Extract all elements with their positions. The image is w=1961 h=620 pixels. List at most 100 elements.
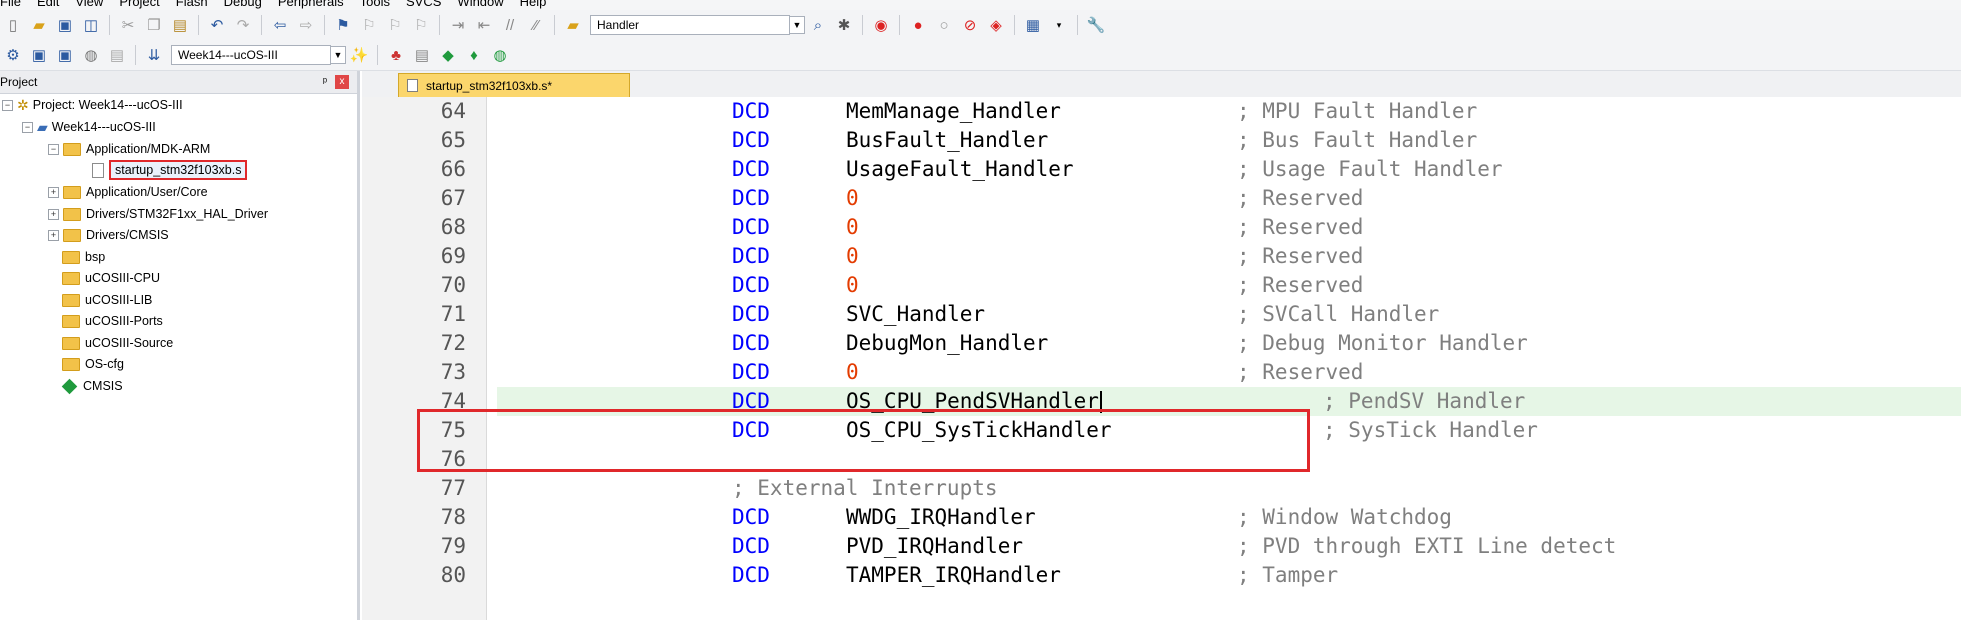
tree-group-ucosiii-lib[interactable]: uCOSIII-LIB (62, 289, 152, 311)
rebuild-icon[interactable]: ▣ (54, 44, 76, 66)
code-line[interactable]: 65 DCD BusFault_Handler ; Bus Fault Hand… (362, 126, 1961, 155)
nav-back-icon[interactable]: ⇦ (269, 14, 291, 36)
kill-breakpoints-icon[interactable]: ◈ (985, 14, 1007, 36)
tree-group-drivers-hal[interactable]: + Drivers/STM32F1xx_HAL_Driver (48, 203, 268, 225)
collapse-icon[interactable]: − (2, 99, 13, 111)
build-icon[interactable]: ▣ (28, 44, 50, 66)
tree-project-root[interactable]: − ✲ Project: Week14---ucOS-III (2, 94, 183, 116)
menu-file[interactable]: File (0, 0, 21, 8)
code-line[interactable]: 75 DCD OS_CPU_SysTickHandler ; SysTick H… (362, 416, 1961, 445)
nav-forward-icon[interactable]: ⇨ (295, 14, 317, 36)
tree-group-bsp[interactable]: bsp (62, 246, 105, 268)
redo-icon[interactable]: ↷ (232, 14, 254, 36)
menu-debug[interactable]: Debug (224, 0, 262, 8)
file-extensions-icon[interactable]: ▤ (411, 44, 433, 66)
code-line[interactable]: 68 DCD 0 ; Reserved (362, 213, 1961, 242)
translate-icon[interactable]: ⚙ (2, 44, 24, 66)
target-select[interactable]: Week14---ucOS-III (171, 45, 331, 65)
tree-group-ucosiii-ports[interactable]: uCOSIII-Ports (62, 310, 163, 332)
tree-group-application-user-core[interactable]: + Application/User/Core (48, 181, 208, 203)
undo-icon[interactable]: ↶ (206, 14, 228, 36)
comment-icon[interactable]: // (499, 14, 521, 36)
stop-build-icon[interactable]: ▤ (106, 44, 128, 66)
code-line[interactable]: 77 ; External Interrupts (362, 474, 1961, 503)
debug-session-icon[interactable]: ◉ (870, 14, 892, 36)
menu-project[interactable]: Project (119, 0, 159, 8)
uncomment-icon[interactable]: ⁄⁄ (525, 14, 547, 36)
menu-view[interactable]: View (75, 0, 103, 8)
menu-peripherals[interactable]: Peripherals (278, 0, 344, 8)
code-line[interactable]: 73 DCD 0 ; Reserved (362, 358, 1961, 387)
code-line[interactable]: 78 DCD WWDG_IRQHandler ; Window Watchdog (362, 503, 1961, 532)
indent-icon[interactable]: ⇥ (447, 14, 469, 36)
save-all-icon[interactable]: ◫ (80, 14, 102, 36)
chevron-down-icon[interactable]: ▼ (789, 16, 805, 34)
expand-icon[interactable]: + (48, 229, 59, 241)
window-layout-icon[interactable]: ▦ (1022, 14, 1044, 36)
new-file-icon[interactable]: ▯ (2, 14, 24, 36)
menu-edit[interactable]: Edit (37, 0, 59, 8)
code-line[interactable]: 80 DCD TAMPER_IRQHandler ; Tamper (362, 561, 1961, 590)
code-line[interactable]: 64 DCD MemManage_Handler ; MPU Fault Han… (362, 97, 1961, 126)
tree-file-startup[interactable]: startup_stm32f103xb.s (92, 159, 248, 181)
find-combo[interactable]: Handler (590, 15, 790, 35)
manage-project-items-icon[interactable]: ♣ (385, 44, 407, 66)
menu-flash[interactable]: Flash (176, 0, 208, 8)
menu-help[interactable]: Help (520, 0, 547, 8)
menu-svcs[interactable]: SVCS (406, 0, 441, 8)
breakpoint-icon[interactable]: ● (907, 14, 929, 36)
disable-all-breakpoints-icon[interactable]: ⊘ (959, 14, 981, 36)
code-editor[interactable]: 64 DCD MemManage_Handler ; MPU Fault Han… (362, 97, 1961, 620)
expand-icon[interactable]: + (48, 208, 59, 220)
code-line[interactable]: 66 DCD UsageFault_Handler ; Usage Fault … (362, 155, 1961, 184)
disable-breakpoint-icon[interactable]: ○ (933, 14, 955, 36)
unindent-icon[interactable]: ⇤ (473, 14, 495, 36)
copy-icon[interactable]: ❐ (143, 14, 165, 36)
find-icon[interactable]: ⌕ (807, 14, 829, 36)
menu-tools[interactable]: Tools (360, 0, 390, 8)
options-for-target-icon[interactable]: ✨ (348, 44, 370, 66)
paste-icon[interactable]: ▤ (169, 14, 191, 36)
download-icon[interactable]: ⇊ (143, 44, 165, 66)
code-line[interactable]: 67 DCD 0 ; Reserved (362, 184, 1961, 213)
tree-item-label: uCOSIII-CPU (85, 271, 161, 285)
bookmark-icon[interactable]: ⚑ (332, 14, 354, 36)
manage-rte-icon[interactable]: ◍ (489, 44, 511, 66)
code-line[interactable]: 79 DCD PVD_IRQHandler ; PVD through EXTI… (362, 532, 1961, 561)
code-line-current[interactable]: 74 DCD OS_CPU_PendSVHandler ; PendSV Han… (362, 387, 1961, 416)
cut-icon[interactable]: ✂ (117, 14, 139, 36)
tree-target[interactable]: − ▰ Week14---ucOS-III (22, 116, 156, 138)
select-packs-icon[interactable]: ♦ (463, 44, 485, 66)
code-line[interactable]: 72 DCD DebugMon_Handler ; Debug Monitor … (362, 329, 1961, 358)
save-icon[interactable]: ▣ (54, 14, 76, 36)
tab-startup-file[interactable]: startup_stm32f103xb.s* (398, 73, 630, 97)
collapse-icon[interactable]: − (48, 143, 59, 155)
code-line[interactable]: 76 (362, 445, 1961, 474)
tree-group-ucosiii-source[interactable]: uCOSIII-Source (62, 332, 173, 354)
find-in-files-icon[interactable]: ▰ (562, 14, 584, 36)
batch-build-icon[interactable]: ◍ (80, 44, 102, 66)
tree-group-drivers-cmsis[interactable]: + Drivers/CMSIS (48, 224, 169, 246)
pin-icon[interactable]: ᵖ (323, 71, 327, 93)
expand-icon[interactable]: + (48, 186, 59, 198)
code-line[interactable]: 71 DCD SVC_Handler ; SVCall Handler (362, 300, 1961, 329)
incremental-find-icon[interactable]: ✱ (833, 14, 855, 36)
code-line[interactable]: 70 DCD 0 ; Reserved (362, 271, 1961, 300)
close-icon[interactable]: x (335, 75, 349, 89)
configure-icon[interactable]: 🔧 (1085, 14, 1107, 36)
collapse-icon[interactable]: − (22, 121, 33, 133)
next-bookmark-icon[interactable]: ⚐ (384, 14, 406, 36)
prev-bookmark-icon[interactable]: ⚐ (358, 14, 380, 36)
tree-group-ucosiii-cpu[interactable]: uCOSIII-CPU (62, 267, 160, 289)
menu-window[interactable]: Window (457, 0, 503, 8)
tree-group-application-mdk-arm[interactable]: − Application/MDK-ARM (48, 138, 210, 160)
tree-component-cmsis[interactable]: CMSIS (60, 375, 123, 397)
window-layout-dropdown-icon[interactable]: ▾ (1048, 14, 1070, 36)
clear-bookmarks-icon[interactable]: ⚐ (410, 14, 432, 36)
tree-group-os-cfg[interactable]: OS-cfg (62, 353, 124, 375)
symbol: MemManage_Handler (846, 99, 1061, 123)
code-line[interactable]: 69 DCD 0 ; Reserved (362, 242, 1961, 271)
chevron-down-icon[interactable]: ▼ (330, 46, 346, 64)
pack-installer-icon[interactable]: ◆ (437, 44, 459, 66)
open-file-icon[interactable]: ▰ (28, 14, 50, 36)
